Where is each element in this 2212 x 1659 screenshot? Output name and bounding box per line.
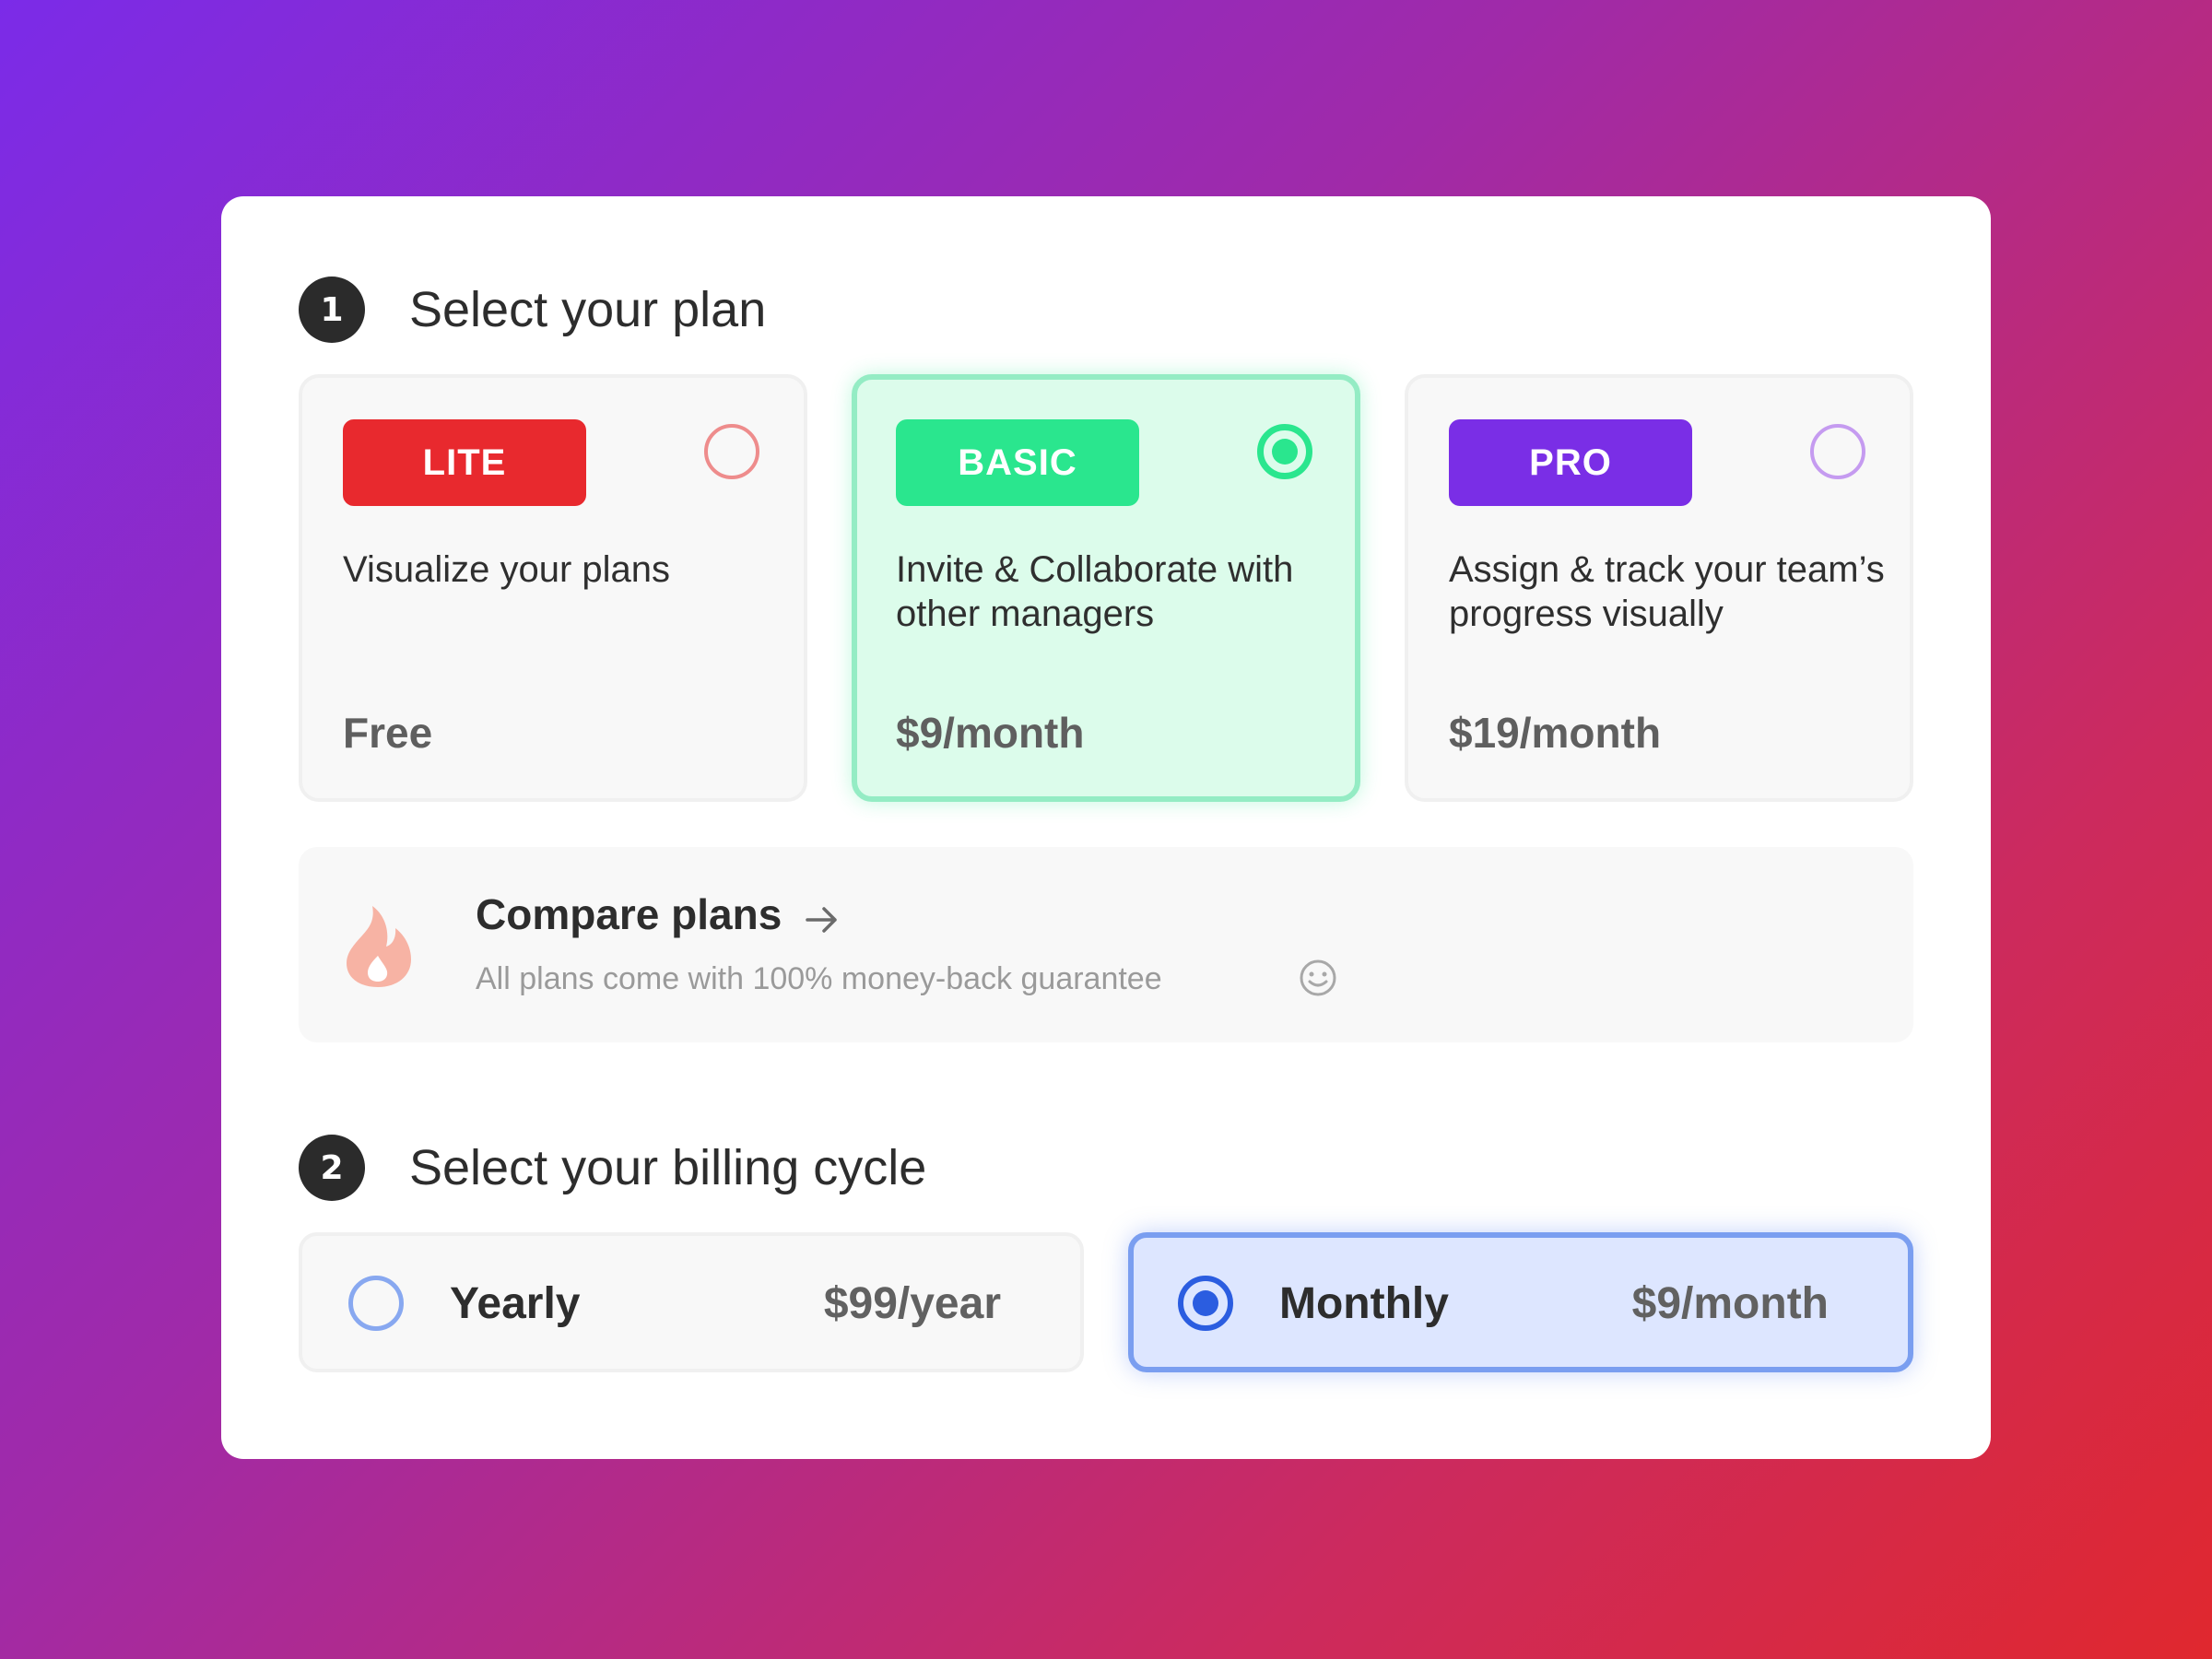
step-1-number: 1 [299,276,365,343]
billing-option-monthly[interactable]: Monthly $9/month [1128,1232,1913,1372]
plan-badge-basic: BASIC [896,419,1139,506]
plan-price-lite: Free [343,709,433,757]
billing-label-yearly: Yearly [450,1279,581,1328]
compare-plans-title[interactable]: Compare plans [476,889,782,939]
billing-price-monthly: $9/month [1631,1279,1829,1328]
step-1-header: 1 Select your plan [299,276,766,343]
billing-label-monthly: Monthly [1279,1279,1449,1328]
billing-price-yearly: $99/year [823,1279,1001,1328]
plan-card-lite[interactable]: LITE Visualize your plans Free [299,374,807,802]
billing-radio-monthly[interactable] [1178,1276,1233,1331]
plan-card-pro[interactable]: PRO Assign & track your team’s progress … [1405,374,1913,802]
flame-icon [347,906,411,987]
plan-description-pro: Assign & track your team’s progress visu… [1449,549,1885,634]
step-2-title: Select your billing cycle [409,1140,927,1195]
plan-description-basic: Invite & Collaborate with other managers [896,549,1294,634]
plan-price-basic: $9/month [896,709,1085,757]
smile-icon [1300,959,1336,996]
step-2-header: 2 Select your billing cycle [299,1135,926,1201]
plan-badge-pro: PRO [1449,419,1692,506]
billing-option-yearly[interactable]: Yearly $99/year [299,1232,1084,1372]
billing-radio-yearly[interactable] [348,1276,404,1331]
arrow-right-icon[interactable] [804,901,841,938]
plan-card-basic[interactable]: BASIC Invite & Collaborate with other ma… [852,374,1360,802]
compare-plans-subtitle: All plans come with 100% money-back guar… [476,961,1162,996]
plan-radio-basic[interactable] [1257,424,1312,479]
plan-badge-lite: LITE [343,419,586,506]
plan-selection-card: 1 Select your plan LITE Visualize your p… [221,196,1991,1459]
plan-radio-pro[interactable] [1810,424,1865,479]
plan-price-pro: $19/month [1449,709,1662,757]
step-1-title: Select your plan [409,282,767,337]
plan-radio-lite[interactable] [704,424,759,479]
step-2-number: 2 [299,1135,365,1201]
compare-plans-banner[interactable]: Compare plans All plans come with 100% m… [299,847,1913,1042]
plan-description-lite: Visualize your plans [343,549,671,590]
